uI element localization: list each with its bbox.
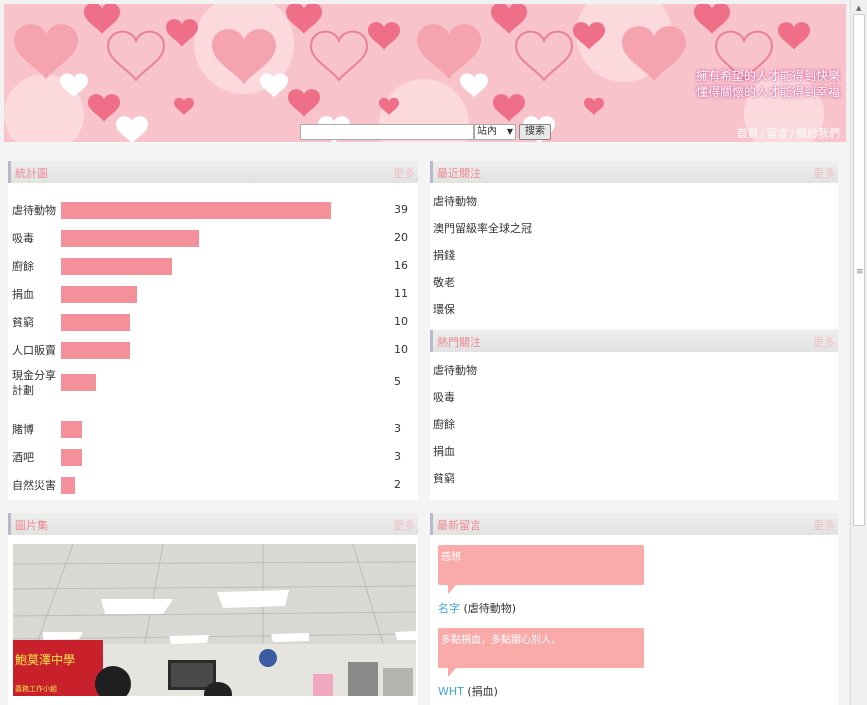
message-bubble: 多點捐血，多點關心別人， xyxy=(438,628,644,677)
panel-header: 最新留言 更多 xyxy=(430,513,838,535)
vertical-scrollbar[interactable]: ▲ ≡ xyxy=(850,0,867,705)
nav-separator: / xyxy=(790,127,794,140)
stats-bar xyxy=(61,421,82,438)
stats-bar xyxy=(61,258,172,275)
more-link[interactable]: 更多 xyxy=(813,334,835,350)
nav-guestbook-link[interactable]: 留言 xyxy=(766,127,788,140)
panel-header: 最近關注 更多 xyxy=(430,161,838,183)
hot-item[interactable]: 廚餘 xyxy=(433,416,455,432)
stats-bar xyxy=(61,286,137,303)
recent-item[interactable]: 虐待動物 xyxy=(433,193,477,209)
page: 擁有希望的人才能得到快樂 懂得關懷的人才能得到幸福 站內 ▼ 搜索 首頁 / 留言 /… xyxy=(4,4,846,705)
search-input[interactable] xyxy=(300,124,474,140)
more-link[interactable]: 更多 xyxy=(813,165,835,181)
nav-home-link[interactable]: 首頁 xyxy=(737,127,759,140)
gallery-sign-subtext: 義務工作小組 xyxy=(15,684,57,693)
stats-row-value: 11 xyxy=(394,287,408,300)
stats-bar xyxy=(61,314,130,331)
message-meta: 名字 (虐待動物) xyxy=(438,600,516,616)
stats-row-value: 3 xyxy=(394,450,401,463)
panel-title: 最新留言 xyxy=(437,519,481,532)
stats-bar xyxy=(61,374,96,391)
more-link[interactable]: 更多 xyxy=(813,517,835,533)
header-banner: 擁有希望的人才能得到快樂 懂得關懷的人才能得到幸福 站內 ▼ 搜索 首頁 / 留言 /… xyxy=(4,4,846,142)
bubble-tail xyxy=(448,668,456,677)
recent-item[interactable]: 澳門留級率全球之冠 xyxy=(433,220,532,236)
panel-header: 熱門關注 更多 xyxy=(430,330,838,352)
message-text: 感想 xyxy=(441,552,461,563)
message-topic: (捐血) xyxy=(467,685,498,698)
message-author-link[interactable]: WHT xyxy=(438,685,464,698)
stats-row-label: 捐血 xyxy=(12,288,34,301)
messages-panel: 最新留言 更多 感想 名字 (虐待動物) 多點捐血，多點關心別人， WHT (捐… xyxy=(430,513,838,705)
message-author-link[interactable]: 名字 xyxy=(438,602,460,615)
slogan-line-2: 懂得關懷的人才能得到幸福 xyxy=(695,85,840,99)
search-scope-value: 站內 xyxy=(477,126,497,137)
top-nav: 首頁 / 留言 / 關於我們 xyxy=(735,125,840,141)
gallery-sign-text: 鮑莫澤中學 xyxy=(15,652,75,667)
panel-title: 統計圖 xyxy=(15,167,48,180)
hot-panel: 熱門關注 更多 虐待動物 吸毒 廚餘 捐血 貧窮 xyxy=(430,330,838,500)
message-topic: (虐待動物) xyxy=(463,602,517,615)
stats-panel: 統計圖 更多 虐待動物 39 吸毒 20 廚餘 16 捐血 11 貧窮 10 人口販賣 10 現金分享計… xyxy=(8,161,418,500)
panel-header: 圖片集 更多 xyxy=(8,513,418,535)
more-link[interactable]: 更多 xyxy=(393,517,415,533)
panel-title: 熱門關注 xyxy=(437,336,481,349)
hot-item[interactable]: 虐待動物 xyxy=(433,362,477,378)
stats-row-value: 10 xyxy=(394,315,408,328)
message-bubble: 感想 xyxy=(438,545,644,594)
message-meta: WHT (捐血) xyxy=(438,683,498,699)
stats-row-value: 2 xyxy=(394,478,401,491)
panel-header: 統計圖 更多 xyxy=(8,161,418,183)
stats-bar xyxy=(61,477,75,494)
slogan-line-1: 擁有希望的人才能得到快樂 xyxy=(695,69,840,83)
banner-slogan: 擁有希望的人才能得到快樂 懂得關懷的人才能得到幸福 xyxy=(696,68,840,100)
stats-row-label: 虐待動物 xyxy=(12,204,56,217)
recent-item[interactable]: 環保 xyxy=(433,301,455,317)
search-scope-select[interactable]: 站內 ▼ xyxy=(474,124,516,140)
stats-bar xyxy=(61,449,82,466)
stats-bar xyxy=(61,342,130,359)
message-text: 多點捐血，多點關心別人， xyxy=(441,635,561,646)
gallery-photo[interactable]: 鮑莫澤中學 義務工作小組 xyxy=(13,544,416,696)
stats-row-label: 貧窮 xyxy=(12,316,34,329)
stats-bar xyxy=(61,230,199,247)
stats-row-label: 廚餘 xyxy=(12,260,34,273)
nav-about-link[interactable]: 關於我們 xyxy=(796,127,840,140)
stats-row-label: 現金分享計劃 xyxy=(12,369,56,397)
stats-row-value: 5 xyxy=(394,375,401,388)
stats-row-label: 吸毒 xyxy=(12,232,34,245)
panel-title: 圖片集 xyxy=(15,519,48,532)
hot-item[interactable]: 吸毒 xyxy=(433,389,455,405)
dropdown-arrow-icon: ▼ xyxy=(506,127,513,136)
grip-icon: ≡ xyxy=(856,267,864,277)
stats-row-value: 20 xyxy=(394,231,408,244)
hot-item[interactable]: 捐血 xyxy=(433,443,455,459)
scroll-thumb[interactable]: ≡ xyxy=(853,14,865,526)
stats-row-value: 16 xyxy=(394,259,408,272)
scroll-up-arrow-icon[interactable]: ▲ xyxy=(856,4,861,12)
hot-item[interactable]: 貧窮 xyxy=(433,470,455,486)
stats-row-value: 3 xyxy=(394,422,401,435)
recent-item[interactable]: 敬老 xyxy=(433,274,455,290)
panel-title: 最近關注 xyxy=(437,167,481,180)
classroom-photo-image: 鮑莫澤中學 義務工作小組 xyxy=(13,544,416,696)
stats-row-label: 酒吧 xyxy=(12,451,34,464)
stats-row-label: 人口販賣 xyxy=(12,344,56,357)
search-button[interactable]: 搜索 xyxy=(519,124,551,140)
stats-row-label: 自然災害 xyxy=(12,479,56,492)
recent-item[interactable]: 捐錢 xyxy=(433,247,455,263)
bubble-tail xyxy=(448,585,456,594)
stats-row-value: 39 xyxy=(394,203,408,216)
stats-row-value: 10 xyxy=(394,343,408,356)
stats-row-label: 賭博 xyxy=(12,423,34,436)
nav-separator: / xyxy=(760,127,765,140)
gallery-panel: 圖片集 更多 鮑莫澤中學 義務工作小組 xyxy=(8,513,418,705)
recent-panel: 最近關注 更多 虐待動物 澳門留級率全球之冠 捐錢 敬老 環保 xyxy=(430,161,838,329)
more-link[interactable]: 更多 xyxy=(393,165,415,181)
stats-bar xyxy=(61,202,331,219)
